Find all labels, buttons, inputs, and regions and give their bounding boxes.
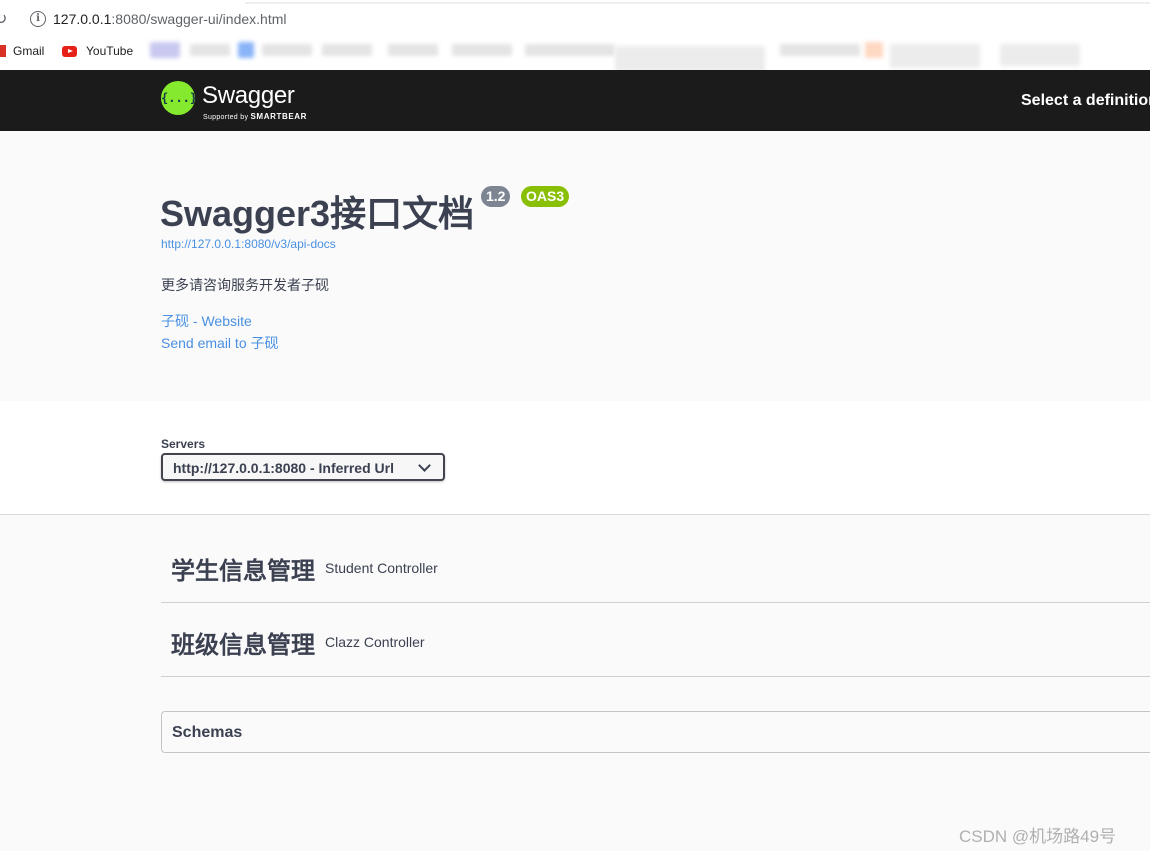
blurred-bookmark <box>525 44 615 56</box>
version-badge: 1.2 <box>481 186 511 207</box>
logo-sub-brand: SMARTBEAR <box>250 112 308 121</box>
servers-label: Servers <box>161 437 206 451</box>
blurred-bookmark <box>452 44 512 56</box>
tag-description: Clazz Controller <box>325 634 425 650</box>
blurred-bookmark <box>615 46 765 72</box>
url-field[interactable]: 127.0.0.1:8080/swagger-ui/index.html <box>53 11 287 27</box>
api-description: 更多请咨询服务开发者子砚 <box>161 277 329 293</box>
blurred-bookmark <box>262 44 312 56</box>
tag-section-clazz[interactable]: 班级信息管理 Clazz Controller <box>161 603 1150 677</box>
swagger-logo-text[interactable]: Swagger <box>202 82 295 110</box>
servers-section: Servers http://127.0.0.1:8080 - Inferred… <box>0 401 1150 515</box>
blurred-bookmark <box>1000 44 1080 66</box>
blurred-bookmark <box>780 44 860 56</box>
select-definition-label: Select a definition <box>1021 92 1150 109</box>
logo-sub-prefix: Supported by <box>203 114 249 121</box>
oas-badge: OAS3 <box>521 186 570 207</box>
contact-email-link[interactable]: Send email to 子砚 <box>161 333 279 353</box>
bookmark-label: Gmail <box>13 44 45 58</box>
watermark: CSDN @机场路49号 <box>959 827 1117 846</box>
swagger-logo-subtitle: Supported by SMARTBEAR <box>203 112 307 121</box>
bookmark-youtube[interactable]: YouTube <box>62 44 133 58</box>
servers-select[interactable]: http://127.0.0.1:8080 - Inferred Url <box>161 453 445 481</box>
tag-name: 班级信息管理 <box>171 632 315 659</box>
youtube-icon <box>62 45 77 57</box>
browser-address-bar: ↻ i 127.0.0.1:8080/swagger-ui/index.html <box>0 0 1150 38</box>
url-path: :8080/swagger-ui/index.html <box>111 11 287 27</box>
url-host: 127.0.0.1 <box>53 11 112 27</box>
gmail-icon <box>0 45 6 57</box>
schemas-title: Schemas <box>172 724 243 741</box>
contact-website-link[interactable]: 子砚 - Website <box>161 311 252 331</box>
address-bar-divider <box>245 2 1150 4</box>
schemas-section[interactable]: Schemas <box>161 711 1150 753</box>
swagger-topbar: {...} Swagger Supported by SMARTBEAR Sel… <box>0 70 1150 131</box>
servers-selected-value: http://127.0.0.1:8080 - Inferred Url <box>173 460 394 476</box>
blurred-bookmark <box>190 44 230 56</box>
tag-description: Student Controller <box>325 560 438 576</box>
swagger-logo-icon[interactable]: {...} <box>161 81 197 115</box>
api-docs-link[interactable]: http://127.0.0.1:8080/v3/api-docs <box>161 237 336 251</box>
tag-name: 学生信息管理 <box>171 558 315 585</box>
blurred-bookmark <box>322 44 372 56</box>
bookmark-label: YouTube <box>86 44 134 58</box>
reload-icon[interactable]: ↻ <box>0 9 7 29</box>
tag-section-student[interactable]: 学生信息管理 Student Controller <box>161 529 1150 603</box>
blurred-bookmark <box>890 44 980 68</box>
blurred-bookmark <box>150 42 180 58</box>
blurred-bookmark <box>388 44 438 56</box>
site-info-icon[interactable]: i <box>30 11 46 27</box>
chevron-down-icon <box>418 459 431 472</box>
blurred-bookmark <box>865 42 883 58</box>
bookmark-gmail[interactable]: Gmail <box>0 44 44 58</box>
blurred-bookmark <box>238 42 254 58</box>
api-title: Swagger3接口文档 <box>160 193 475 234</box>
api-info-section: Swagger3接口文档 1.2 OAS3 http://127.0.0.1:8… <box>0 131 1150 401</box>
bookmarks-bar: Gmail YouTube <box>0 38 1150 72</box>
